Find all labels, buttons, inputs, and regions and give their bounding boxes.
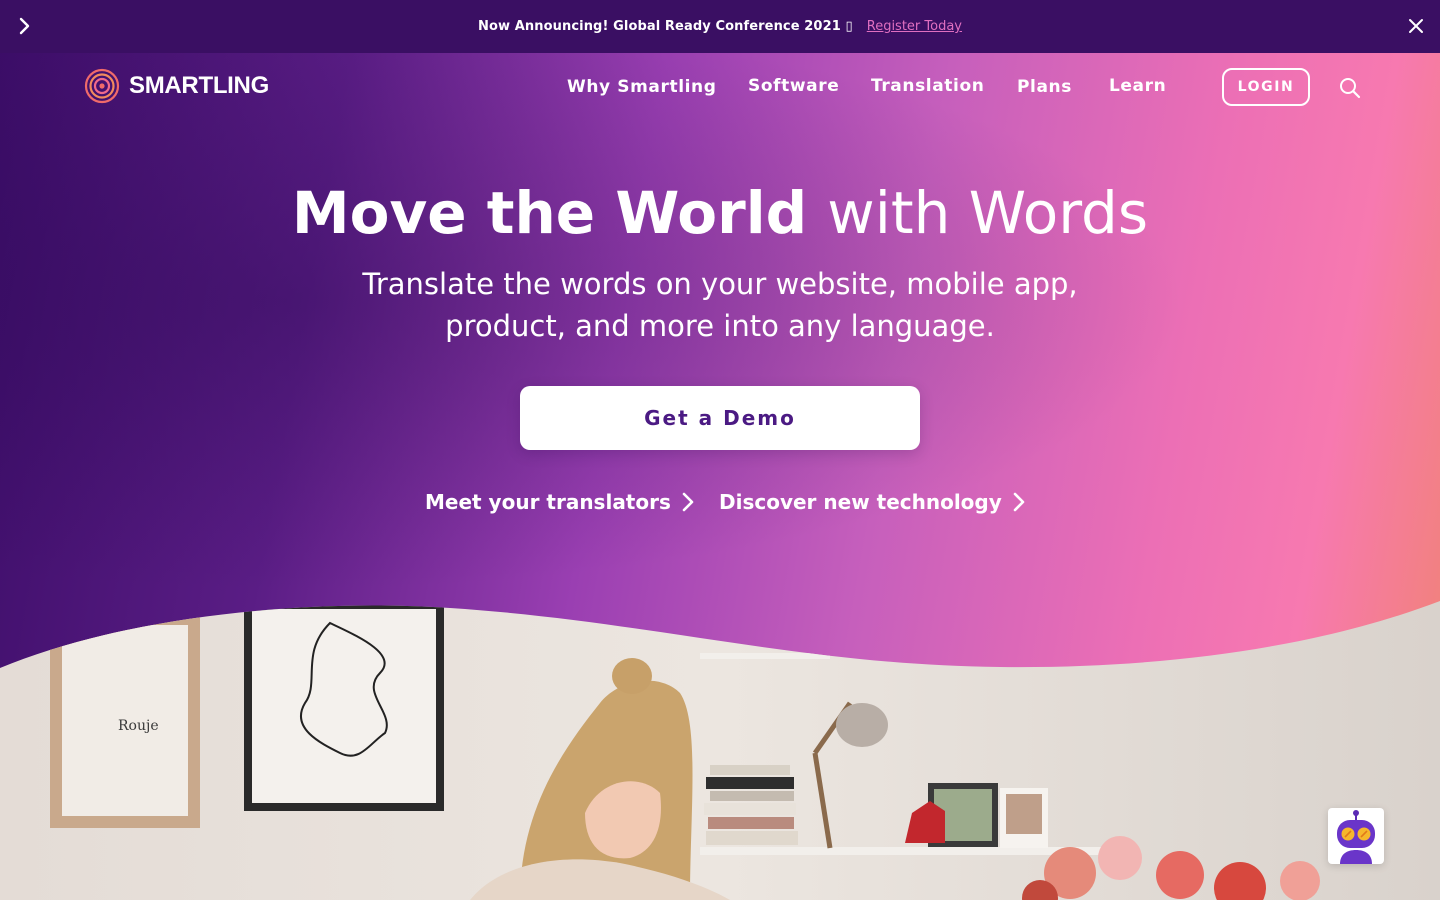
chevron-right-icon xyxy=(682,492,694,512)
nav-item-learn[interactable]: Learn xyxy=(1109,76,1166,96)
headline-bold: Move the World xyxy=(291,179,808,247)
close-icon[interactable] xyxy=(1406,16,1426,36)
meet-translators-label: Meet your translators xyxy=(425,490,671,514)
chevron-right-icon[interactable] xyxy=(14,15,36,37)
register-today-link[interactable]: Register Today xyxy=(867,19,962,34)
nav-item-plans[interactable]: Plans xyxy=(1017,77,1072,97)
chevron-right-icon xyxy=(1013,492,1025,512)
nav-item-why-smartling[interactable]: Why Smartling xyxy=(567,77,717,97)
discover-technology-label: Discover new technology xyxy=(719,490,1002,514)
chat-widget-button[interactable] xyxy=(1328,808,1384,864)
announcement-text: Now Announcing! Global Ready Conference … xyxy=(477,19,853,34)
announcement-bar: Now Announcing! Global Ready Conference … xyxy=(0,0,1440,53)
search-icon[interactable] xyxy=(1338,76,1362,100)
nav-item-software[interactable]: Software xyxy=(748,76,839,96)
hero-headline: Move the World with Words xyxy=(0,181,1440,245)
headline-light: with Words xyxy=(827,179,1149,247)
login-button[interactable]: LOGIN xyxy=(1222,68,1310,106)
robot-chat-icon xyxy=(1337,810,1375,864)
nav-item-translation[interactable]: Translation xyxy=(871,76,984,96)
hero-subheadline: Translate the words on your website, mob… xyxy=(362,267,1078,343)
smartling-logo[interactable]: SMARTLING xyxy=(83,67,269,105)
brand-wordmark: SMARTLING xyxy=(129,72,269,99)
discover-technology-link[interactable]: Discover new technology xyxy=(719,490,1026,514)
main-nav: SMARTLING Why Smartling Software Transla… xyxy=(0,53,1440,121)
meet-translators-link[interactable]: Meet your translators xyxy=(425,490,695,514)
hero-section: Rouje SMARTLING Why Smartling Software T… xyxy=(0,53,1440,900)
get-demo-button[interactable]: Get a Demo xyxy=(520,386,920,450)
poster-text: Rouje xyxy=(118,718,159,734)
fingerprint-logo-icon xyxy=(84,68,120,104)
